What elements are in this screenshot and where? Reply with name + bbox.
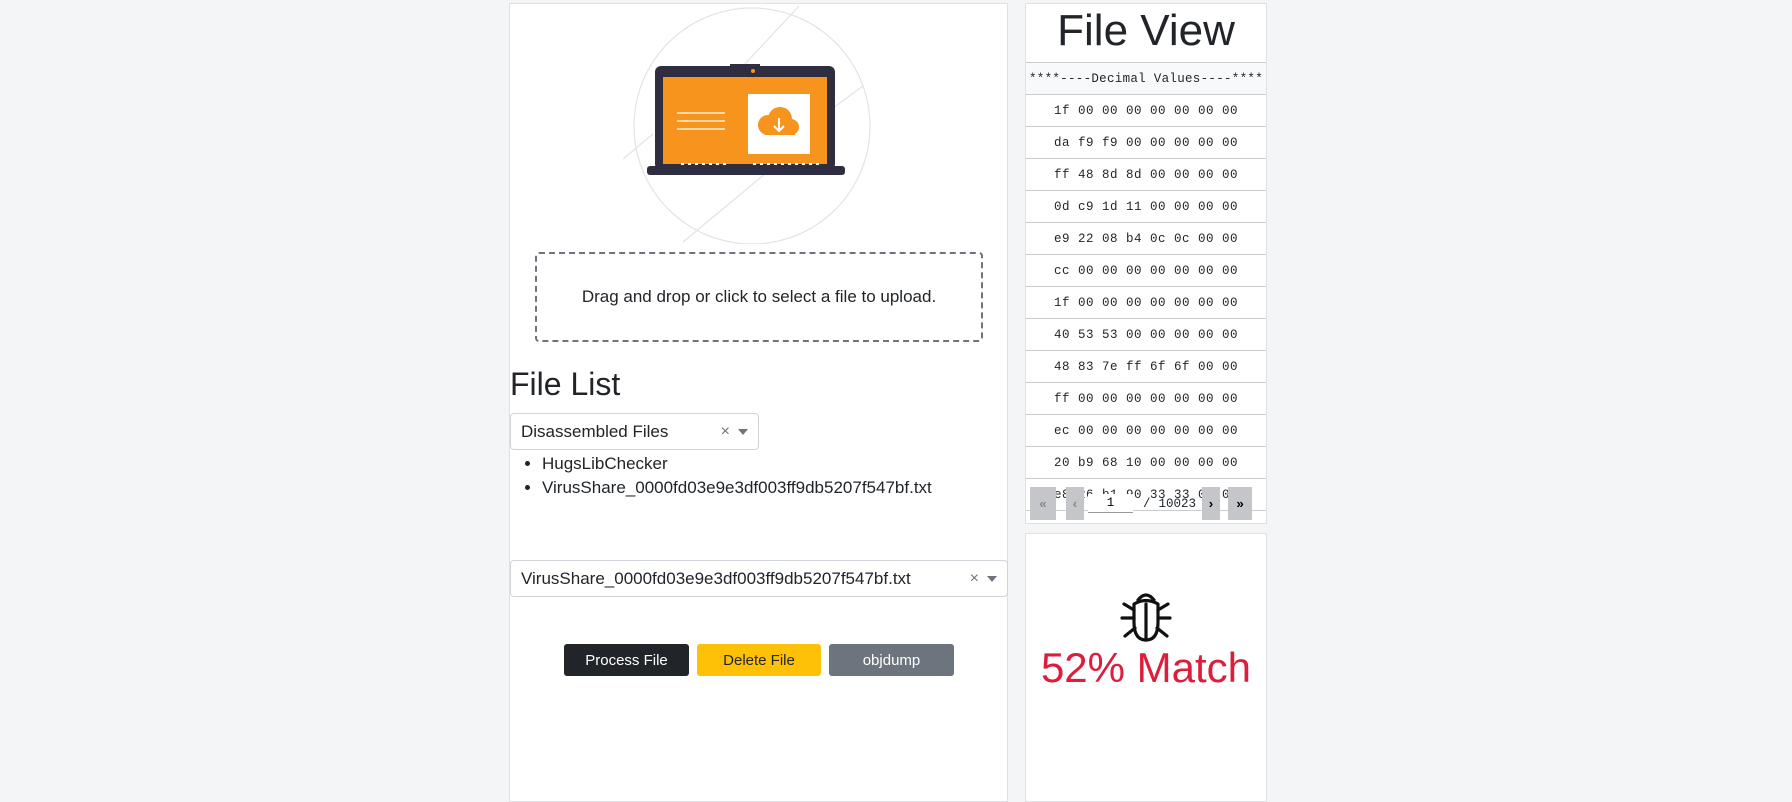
chevron-down-icon[interactable] (987, 575, 997, 582)
bug-icon (1120, 593, 1172, 642)
file-select-value: VirusShare_0000fd03e9e3df003ff9db5207f54… (521, 568, 911, 588)
table-row: ec 00 00 00 00 00 00 00 (1026, 414, 1266, 447)
chevron-right-icon: › (1208, 496, 1214, 511)
hex-row: ec 00 00 00 00 00 00 00 (1026, 414, 1266, 447)
file-view-panel: File View ****----Decimal Values----****… (1025, 3, 1267, 524)
hex-row: ff 00 00 00 00 00 00 00 (1026, 382, 1266, 415)
page-separator: / (1143, 496, 1151, 511)
next-page-button[interactable]: › (1202, 487, 1221, 520)
last-page-button[interactable]: » (1228, 487, 1253, 520)
result-panel: 52% Match (1025, 533, 1267, 802)
double-chevron-left-icon: « (1039, 496, 1047, 511)
match-percentage: 52% Match (1040, 644, 1252, 691)
hex-row: ff 48 8d 8d 00 00 00 00 (1026, 158, 1266, 191)
list-item[interactable]: VirusShare_0000fd03e9e3df003ff9db5207f54… (542, 476, 932, 500)
upload-panel: Drag and drop or click to select a file … (509, 3, 1008, 802)
upload-dropzone[interactable]: Drag and drop or click to select a file … (535, 252, 983, 342)
file-category-select[interactable]: Disassembled Files × (510, 413, 759, 450)
total-pages: 10023 (1158, 496, 1197, 511)
hex-row: da f9 f9 00 00 00 00 00 (1026, 126, 1266, 159)
delete-file-button[interactable]: Delete File (697, 644, 821, 676)
file-list: HugsLibChecker VirusShare_0000fd03e9e3df… (510, 452, 932, 500)
hex-row: 20 b9 68 10 00 00 00 00 (1026, 446, 1266, 479)
page-number-input[interactable] (1088, 494, 1133, 513)
clear-icon[interactable]: × (970, 570, 979, 588)
table-row: da f9 f9 00 00 00 00 00 (1026, 126, 1266, 159)
hex-row: e9 22 08 b4 0c 0c 00 00 (1026, 222, 1266, 255)
table-row: 0d c9 1d 11 00 00 00 00 (1026, 190, 1266, 223)
hex-table: ****----Decimal Values----**** 1f 00 00 … (1026, 62, 1266, 511)
objdump-button[interactable]: objdump (829, 644, 954, 676)
double-chevron-right-icon: » (1236, 496, 1244, 511)
table-row: ff 48 8d 8d 00 00 00 00 (1026, 158, 1266, 191)
chevron-left-icon: ‹ (1072, 496, 1078, 511)
clear-icon[interactable]: × (721, 423, 730, 441)
hex-row: 0d c9 1d 11 00 00 00 00 (1026, 190, 1266, 223)
table-row: 20 b9 68 10 00 00 00 00 (1026, 446, 1266, 479)
process-file-button[interactable]: Process File (564, 644, 689, 676)
laptop-upload-illustration (623, 5, 871, 244)
hex-row: 40 53 53 00 00 00 00 00 (1026, 318, 1266, 351)
table-row: 1f 00 00 00 00 00 00 00 (1026, 286, 1266, 319)
list-item[interactable]: HugsLibChecker (542, 452, 932, 476)
table-row: e9 22 08 b4 0c 0c 00 00 (1026, 222, 1266, 255)
table-row: 40 53 53 00 00 00 00 00 (1026, 318, 1266, 351)
table-row: cc 00 00 00 00 00 00 00 (1026, 254, 1266, 287)
file-list-heading: File List (510, 366, 621, 402)
table-row: 1f 00 00 00 00 00 00 00 (1026, 94, 1266, 127)
hex-row: 48 83 7e ff 6f 6f 00 00 (1026, 350, 1266, 383)
file-category-value: Disassembled Files (521, 421, 669, 441)
table-row: ff 00 00 00 00 00 00 00 (1026, 382, 1266, 415)
previous-page-button[interactable]: ‹ (1066, 487, 1084, 520)
dropzone-text: Drag and drop or click to select a file … (581, 287, 937, 306)
hex-row: cc 00 00 00 00 00 00 00 (1026, 254, 1266, 287)
file-view-title: File View (1057, 6, 1235, 55)
hex-row: 1f 00 00 00 00 00 00 00 (1026, 94, 1266, 127)
action-buttons: Process File Delete File objdump (564, 644, 954, 676)
file-select[interactable]: VirusShare_0000fd03e9e3df003ff9db5207f54… (510, 560, 1008, 597)
hex-table-header: ****----Decimal Values----**** (1026, 62, 1266, 95)
pagination: « ‹ / 10023 › » (1030, 487, 1253, 520)
chevron-down-icon[interactable] (738, 428, 748, 435)
hex-row: 1f 00 00 00 00 00 00 00 (1026, 286, 1266, 319)
table-row: 48 83 7e ff 6f 6f 00 00 (1026, 350, 1266, 383)
first-page-button[interactable]: « (1030, 487, 1056, 520)
